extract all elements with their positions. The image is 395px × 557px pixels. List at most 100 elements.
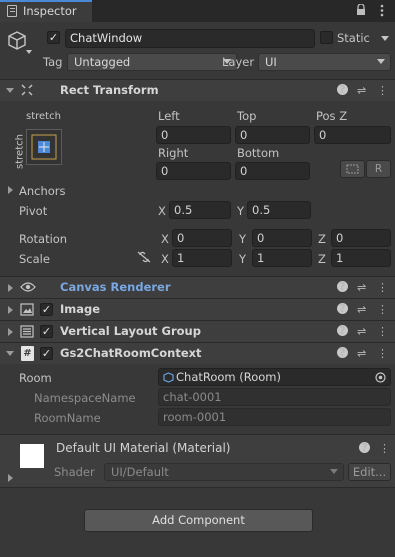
foldout-arrow-icon[interactable] (8, 306, 13, 314)
icon-dropdown-arrow[interactable] (26, 50, 32, 54)
pivot-x-label: X (158, 204, 166, 218)
preset-icon[interactable]: ⇌ (357, 325, 366, 338)
canvas-renderer-title: Canvas Renderer (60, 280, 171, 294)
shader-value: UI/Default (111, 465, 169, 479)
scale-z-field[interactable]: 1 (331, 249, 391, 267)
inspector-tab-icon (7, 5, 17, 17)
vertical-layout-icon (20, 325, 34, 338)
context-header[interactable]: # ✓ Gs2ChatRoomContext ? ⇌ ⋮ (0, 342, 395, 364)
bottom-field[interactable]: 0 (235, 162, 310, 180)
bottom-label: Bottom (237, 146, 280, 160)
tab-inspector-label: Inspector (23, 4, 77, 18)
room-object-icon (163, 372, 174, 383)
static-dropdown-arrow[interactable] (381, 36, 389, 41)
vertical-layout-enabled-checkbox[interactable]: ✓ (40, 325, 53, 338)
anchor-stretch-top-label: stretch (26, 111, 61, 122)
rect-transform-title: Rect Transform (60, 83, 159, 97)
canvas-renderer-header[interactable]: Canvas Renderer ? ⇌ ⋮ (0, 276, 395, 298)
lock-icon[interactable] (356, 3, 366, 16)
posz-field[interactable]: 0 (314, 126, 391, 144)
blueprint-mode-button[interactable] (340, 160, 365, 178)
layer-dropdown[interactable]: UI (258, 53, 391, 71)
kebab-menu-icon[interactable]: ⋮ (377, 347, 388, 360)
namespace-field: chat-0001 (158, 388, 391, 406)
kebab-menu-icon[interactable]: ⋮ (377, 325, 388, 338)
kebab-menu-icon[interactable]: ⋮ (377, 84, 388, 97)
layer-value: UI (265, 55, 277, 69)
component-header-icons: ? ⇌ ⋮ (337, 325, 389, 339)
constrain-proportions-icon[interactable] (137, 251, 151, 263)
rotation-x-label: X (161, 232, 169, 246)
room-label: Room (19, 371, 52, 385)
image-header[interactable]: ✓ Image ? ⇌ ⋮ (0, 298, 395, 320)
tag-value: Untagged (74, 55, 131, 69)
preset-icon[interactable]: ⇌ (357, 281, 366, 294)
gameobject-cube-icon[interactable] (6, 30, 28, 52)
rotation-y-field[interactable]: 0 (252, 229, 312, 247)
static-label: Static (337, 31, 370, 45)
tag-dropdown[interactable]: Untagged (67, 53, 237, 71)
top-field[interactable]: 0 (235, 126, 310, 144)
foldout-arrow-icon[interactable] (6, 88, 14, 93)
shader-label: Shader (54, 465, 95, 479)
namespace-label: NamespaceName (34, 391, 136, 405)
material-header-icons: ? ⋮ (359, 442, 390, 456)
component-header-icons: ? ⇌ ⋮ (337, 303, 389, 317)
rotation-z-label: Z (318, 232, 326, 246)
scale-y-label: Y (239, 252, 247, 266)
static-checkbox[interactable] (320, 31, 333, 44)
object-name-field[interactable]: ChatWindow (65, 29, 315, 48)
kebab-menu-icon[interactable] (380, 4, 384, 17)
rotation-label: Rotation (19, 232, 68, 246)
right-field[interactable]: 0 (156, 162, 231, 180)
scale-x-label: X (161, 252, 169, 266)
preset-icon[interactable]: ⇌ (357, 84, 366, 97)
anchors-foldout-icon[interactable] (8, 186, 13, 194)
kebab-menu-icon[interactable]: ⋮ (377, 303, 388, 316)
component-header-icons: ? ⇌ ⋮ (337, 84, 389, 98)
tab-inspector[interactable]: Inspector (0, 0, 92, 22)
vertical-layout-group-header[interactable]: ✓ Vertical Layout Group ? ⇌ ⋮ (0, 320, 395, 342)
raw-edit-button[interactable]: R (366, 160, 391, 178)
context-enabled-checkbox[interactable]: ✓ (40, 347, 53, 360)
scale-x-field[interactable]: 1 (172, 249, 232, 267)
left-field[interactable]: 0 (156, 126, 231, 144)
shader-dropdown[interactable]: UI/Default (104, 463, 344, 481)
image-enabled-checkbox[interactable]: ✓ (40, 303, 53, 316)
component-header-icons: ? ⇌ ⋮ (337, 281, 389, 295)
roomname-label: RoomName (34, 411, 101, 425)
anchor-presets-button[interactable] (26, 129, 62, 165)
foldout-arrow-icon[interactable] (8, 284, 13, 292)
kebab-menu-icon[interactable]: ⋮ (379, 442, 390, 455)
right-label: Right (158, 146, 189, 160)
anchor-stretch-side-label: stretch (14, 134, 26, 169)
preset-icon[interactable]: ⇌ (357, 303, 366, 316)
preset-icon[interactable]: ⇌ (357, 347, 366, 360)
pivot-y-label: Y (237, 204, 245, 218)
script-icon: # (21, 346, 34, 361)
eye-icon (20, 281, 36, 293)
image-component-icon (20, 303, 34, 316)
pivot-y-field[interactable]: 0.5 (247, 201, 311, 219)
kebab-menu-icon[interactable]: ⋮ (377, 281, 388, 294)
add-component-button[interactable]: Add Component (84, 509, 313, 532)
left-label: Left (158, 109, 180, 123)
pivot-x-field[interactable]: 0.5 (169, 201, 231, 219)
anchors-label[interactable]: Anchors (19, 184, 66, 198)
scale-y-field[interactable]: 1 (252, 249, 312, 267)
active-checkbox[interactable]: ✓ (47, 31, 60, 44)
rect-transform-icon (21, 84, 33, 96)
foldout-arrow-icon[interactable] (6, 351, 14, 356)
room-value: ChatRoom (Room) (176, 370, 281, 384)
rotation-x-field[interactable]: 0 (172, 229, 232, 247)
layer-label: Layer (222, 55, 255, 69)
rect-transform-header[interactable]: Rect Transform ? ⇌ ⋮ (0, 79, 395, 101)
rotation-z-field[interactable]: 0 (331, 229, 391, 247)
shader-edit-button[interactable]: Edit... (348, 463, 391, 481)
foldout-arrow-icon[interactable] (8, 328, 13, 336)
room-object-field[interactable]: ChatRoom (Room) (158, 368, 391, 386)
rotation-y-label: Y (239, 232, 247, 246)
object-picker-icon[interactable] (375, 372, 386, 383)
tag-label: Tag (43, 55, 63, 69)
material-foldout-icon[interactable] (8, 474, 13, 482)
